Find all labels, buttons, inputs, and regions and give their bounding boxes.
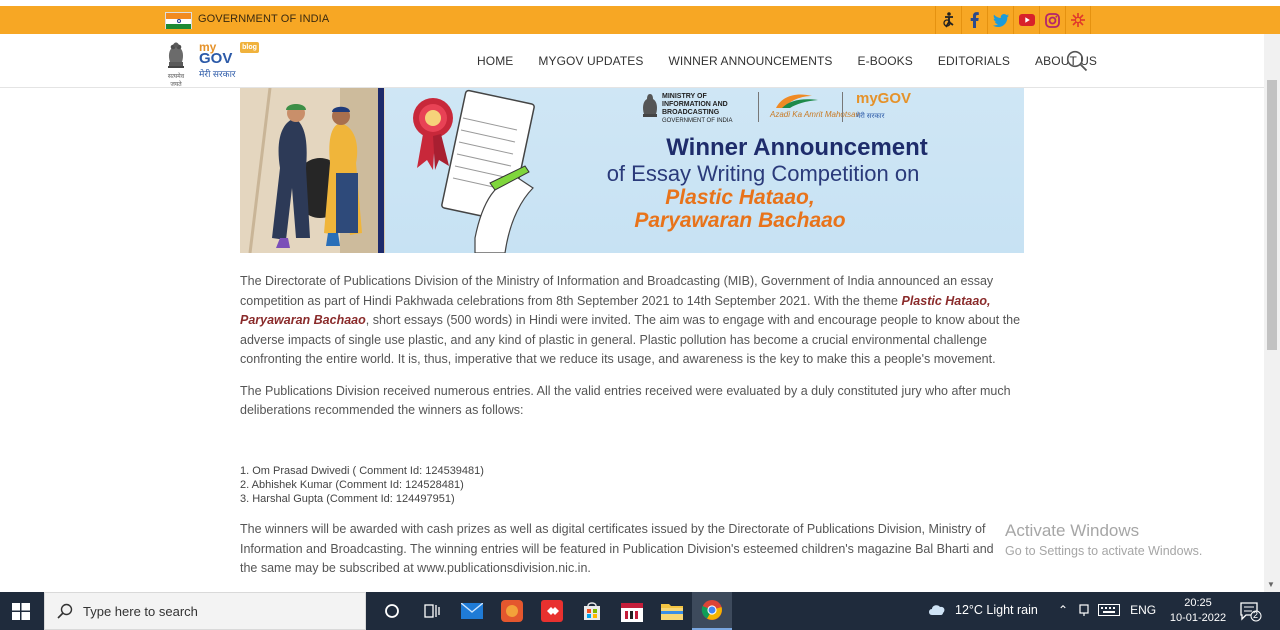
keyboard-icon[interactable] <box>1098 604 1121 616</box>
article-paragraph-2: The Publications Division received numer… <box>240 383 1011 418</box>
chrome-icon[interactable] <box>692 592 732 630</box>
clock-time: 20:25 <box>1184 597 1212 609</box>
winner-banner-image: MINISTRY OF INFORMATION AND BROADCASTING… <box>240 88 1024 253</box>
logo-gov-text: GOV <box>199 50 233 67</box>
banner-mygov-hindi: मेरी सरकार <box>856 113 885 120</box>
ministry-logo: MINISTRY OF INFORMATION AND BROADCASTING… <box>638 91 753 124</box>
azadi-ka-amrit-mahotsav-logo: Azadi Ka Amrit Mahotsav <box>768 90 860 124</box>
twitter-icon[interactable] <box>987 6 1013 34</box>
browser-page: GOVERNMENT OF INDIA सत्यमेव जयते my GOV … <box>0 0 1280 630</box>
calendar-app-icon[interactable] <box>612 592 652 630</box>
nav-e-books[interactable]: E-BOOKS <box>858 54 913 68</box>
system-tray: ⌃ ENG <box>1058 603 1156 617</box>
banner-mygov-text: myGOV <box>856 90 912 107</box>
emblem-caption: सत्यमेव जयते <box>167 74 185 88</box>
national-emblem-icon[interactable]: सत्यमेव जयते <box>163 40 189 88</box>
article-body: The Directorate of Publications Division… <box>240 272 1030 433</box>
article-paragraph-1: The Directorate of Publications Division… <box>240 274 1021 366</box>
accessibility-icon[interactable] <box>935 6 961 34</box>
mail-icon[interactable] <box>452 592 492 630</box>
nav-mygov-updates[interactable]: MYGOV UPDATES <box>538 54 643 68</box>
instagram-icon[interactable] <box>1039 6 1065 34</box>
government-bar: GOVERNMENT OF INDIA <box>0 6 1280 34</box>
clock[interactable]: 20:25 10-01-2022 <box>1168 596 1228 626</box>
taskbar-search-placeholder: Type here to search <box>83 604 198 619</box>
winners-list: 1. Om Prasad Dwivedi ( Comment Id: 12453… <box>240 464 484 506</box>
windows-start-icon[interactable] <box>12 603 30 620</box>
banner-title: Winner Announcement <box>666 134 928 161</box>
notification-center-icon[interactable]: 2 <box>1240 602 1262 622</box>
taskbar-search-box[interactable]: Type here to search <box>44 592 366 630</box>
windows-taskbar: Type here to search 12°C Light rain ⌃ EN… <box>0 592 1280 630</box>
banner-illustration-cleanup <box>240 88 385 253</box>
ministry-name: MINISTRY OF INFORMATION AND BROADCASTING… <box>662 93 733 124</box>
cloud-rain-icon <box>929 605 945 615</box>
essay-notebook-illustration <box>413 89 535 253</box>
banner-mygov-logo: myGOV मेरी सरकार <box>852 90 911 124</box>
network-icon[interactable] <box>1078 603 1090 617</box>
banner-theme-line2: Paryawaran Bachaao <box>634 209 846 232</box>
watermark-line-2: Go to Settings to activate Windows. <box>1005 544 1203 558</box>
magazine-name: Bal Bharti <box>915 541 970 556</box>
nav-home[interactable]: HOME <box>477 54 513 68</box>
file-explorer-icon[interactable] <box>652 592 692 630</box>
weather-text: 12°C Light rain <box>955 603 1038 617</box>
search-icon[interactable] <box>1066 50 1088 72</box>
main-nav: HOME MYGOV UPDATES WINNER ANNOUNCEMENTS … <box>477 54 1122 68</box>
government-label[interactable]: GOVERNMENT OF INDIA <box>198 13 329 25</box>
list-item: 3. Harshal Gupta (Comment Id: 124497951) <box>240 493 455 505</box>
nav-winner-announcements[interactable]: WINNER ANNOUNCEMENTS <box>669 54 833 68</box>
taskbar-apps <box>372 592 732 630</box>
notification-count: 2 <box>1253 610 1259 620</box>
activate-windows-watermark: Activate Windows Go to Settings to activ… <box>1005 521 1202 558</box>
india-flag-icon <box>165 12 192 29</box>
pdf-reader-icon[interactable] <box>492 592 532 630</box>
article-paragraph-3: The winners will be awarded with cash pr… <box>240 522 994 575</box>
banner-divider <box>378 88 384 253</box>
site-header: सत्यमेव जयते my GOV blog मेरी सरकार HOME… <box>0 34 1280 88</box>
banner-subtitle: of Essay Writing Competition on <box>606 161 920 186</box>
watermark-line-1: Activate Windows <box>1005 521 1140 540</box>
vertical-scrollbar[interactable]: ▼ <box>1264 34 1280 592</box>
koo-icon[interactable] <box>1065 6 1091 34</box>
blog-badge: blog <box>240 42 259 53</box>
facebook-icon[interactable] <box>961 6 987 34</box>
anydesk-icon[interactable] <box>532 592 572 630</box>
logo-hindi-text: मेरी सरकार <box>199 69 236 79</box>
social-links <box>935 6 1091 34</box>
task-view-icon[interactable] <box>412 592 452 630</box>
scroll-down-arrow-icon[interactable]: ▼ <box>1267 580 1275 589</box>
chevron-up-icon[interactable]: ⌃ <box>1058 603 1068 617</box>
list-item: 2. Abhishek Kumar (Comment Id: 124528481… <box>240 479 464 491</box>
list-item: 1. Om Prasad Dwivedi ( Comment Id: 12453… <box>240 465 484 477</box>
store-icon[interactable] <box>572 592 612 630</box>
search-icon <box>57 603 73 619</box>
scrollbar-thumb[interactable] <box>1267 80 1277 350</box>
mygov-blog-logo[interactable]: my GOV blog मेरी सरकार <box>196 40 260 80</box>
cortana-icon[interactable] <box>372 592 412 630</box>
banner-theme-line1: Plastic Hataao, <box>665 186 815 209</box>
clock-date: 10-01-2022 <box>1169 612 1227 624</box>
azadi-text: Azadi Ka Amrit Mahotsav <box>770 110 860 119</box>
weather-widget[interactable]: 12°C Light rain <box>927 603 1038 617</box>
youtube-icon[interactable] <box>1013 6 1039 34</box>
language-indicator[interactable]: ENG <box>1130 603 1156 617</box>
nav-editorials[interactable]: EDITORIALS <box>938 54 1010 68</box>
